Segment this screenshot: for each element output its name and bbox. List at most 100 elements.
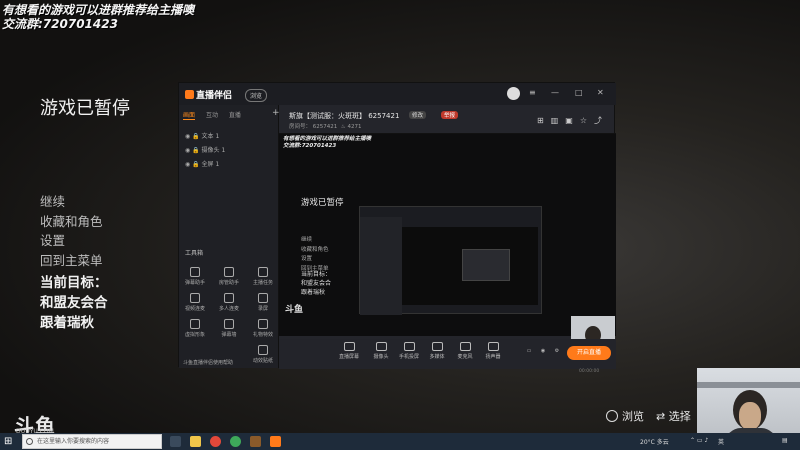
windows-start-icon[interactable]: ⊞ [4, 436, 15, 447]
browse-icon [606, 410, 618, 422]
tool-record[interactable]: 录屏 [251, 293, 275, 312]
chrome-icon[interactable] [210, 436, 221, 447]
avatar[interactable] [507, 87, 520, 100]
help-link[interactable]: 斗鱼直播伴侣使用帮助 [183, 359, 233, 366]
menu-item-continue[interactable]: 继续 [40, 191, 103, 211]
phone-icon [403, 342, 415, 351]
tab-scene[interactable]: 画面 [183, 112, 196, 120]
menu-item-settings[interactable]: 设置 [40, 230, 103, 250]
game-app-icon[interactable] [250, 436, 261, 447]
side-tabs: 画面 互动 直播 [183, 110, 250, 120]
tool-gift-effect[interactable]: 礼物特效 [251, 319, 275, 338]
monitor-icon [343, 342, 355, 351]
phone-cast-button[interactable]: 手机投屏 [397, 342, 421, 360]
source-item[interactable]: ◉ 🔒 文本 1 [185, 131, 219, 140]
user-icon [224, 267, 234, 277]
tab-interact[interactable]: 互动 [206, 112, 218, 119]
room-title: 斯旗【测试服：火斑斑】 6257421 [289, 112, 400, 120]
bottom-toolbar: 直播屏幕 摄像头 手机投屏 多媒体 麦克风 扬声器 ▭ ◉ ⚙ 开启直播 [279, 339, 616, 369]
tool-multi-link[interactable]: 多人连麦 [217, 293, 241, 312]
tool-task[interactable]: 主播任务 [251, 267, 275, 286]
source-item[interactable]: ◉ 🔒 摄像头 1 [185, 145, 225, 154]
notification-icon[interactable]: ▤ [782, 437, 788, 444]
recursive-preview [359, 206, 542, 315]
objective-line-2: 跟着瑞秋 [40, 315, 94, 331]
taskbar: ⊞ 在这里输入你要搜索的内容 20°C 多云 ⌃ ▭ ♪ 英 ▤ [0, 433, 800, 450]
input-language[interactable]: 英 [718, 437, 724, 446]
overlay-line-2: 交流群:720701423 [2, 17, 118, 31]
preview-pause-menu: 继续 收藏和角色 设置 回到主菜单 [301, 237, 329, 272]
star-icon[interactable]: ☆ [580, 116, 594, 125]
task-icon [258, 267, 268, 277]
app-logo-icon [185, 90, 194, 99]
video-icon [190, 293, 200, 303]
tool-sticker[interactable]: 动效贴纸 [251, 345, 275, 364]
wall-icon [224, 319, 234, 329]
preview-overlay: 有想看的游戏可以进群推荐给主播噢 交流群:720701423 [283, 136, 372, 149]
chat-icon [190, 267, 200, 277]
camera-icon [375, 342, 387, 351]
file-explorer-icon[interactable] [190, 436, 201, 447]
menu-item-collection[interactable]: 收藏和角色 [40, 211, 103, 231]
mic-icon [459, 342, 471, 351]
menu-item-main-menu[interactable]: 回到主菜单 [40, 250, 103, 270]
preview-douyu-logo: 斗鱼 [285, 305, 304, 315]
weather[interactable]: 20°C 多云 [640, 437, 669, 446]
tool-avatar[interactable]: 虚拟形象 [183, 319, 207, 338]
settings-icon[interactable]: ⚙ [545, 348, 569, 354]
group-icon [224, 293, 234, 303]
tools-label: 工具箱 [185, 250, 204, 257]
pause-menu: 继续 收藏和角色 设置 回到主菜单 [40, 191, 103, 269]
tool-room-admin[interactable]: 房管助手 [217, 267, 241, 286]
select-hint[interactable]: ⇄ 选择 [656, 408, 691, 424]
camera-button[interactable]: 摄像头 [369, 342, 393, 360]
objective-panel: 当前目标： 和盟友会合 跟着瑞秋 [40, 273, 108, 333]
mic-button[interactable]: 麦克风 [453, 342, 477, 360]
screen-capture-button[interactable]: 直播屏幕 [337, 342, 361, 360]
gift-icon [258, 319, 268, 329]
close-icon[interactable]: ✕ [597, 88, 604, 97]
edit-button[interactable]: 修改 [409, 111, 427, 119]
tool-video-link[interactable]: 视频连麦 [183, 293, 207, 312]
start-live-button[interactable]: 开启直播 [567, 346, 611, 360]
stream-preview: 有想看的游戏可以进群推荐给主播噢 交流群:720701423 游戏已暂停 继续 收… [279, 133, 616, 364]
app-main-area: 斯旗【测试服：火斑斑】 6257421 修改 举报 房间号： 6257421 ♨… [279, 105, 616, 374]
app-badge[interactable]: 浏览 [245, 89, 268, 102]
task-view-icon[interactable] [170, 436, 181, 447]
streaming-app-window: 直播伴侣 浏览 ≡ — □ ✕ 画面 互动 直播 + ◉ 🔒 文本 1 ◉ 🔒 … [178, 82, 616, 374]
play-icon [431, 342, 443, 351]
room-meta: 房间号： 6257421 ♨ 4271 [289, 124, 362, 130]
streaming-app-taskbar-icon[interactable] [270, 436, 281, 447]
taskbar-search[interactable]: 在这里输入你要搜索的内容 [22, 434, 162, 449]
lock-icon[interactable]: ▣ [565, 116, 580, 125]
browser-icon[interactable] [230, 436, 241, 447]
speaker-button[interactable]: 扬声器 [481, 342, 505, 360]
minimize-icon[interactable]: — [551, 88, 559, 97]
tray-icons[interactable]: ⌃ ▭ ♪ [690, 437, 708, 444]
room-tools: ⊞▥▣☆⤴ [537, 115, 609, 126]
media-button[interactable]: 多媒体 [425, 342, 449, 360]
menu-icon[interactable]: ≡ [529, 88, 536, 97]
pause-title: 游戏已暂停 [40, 98, 130, 119]
tool-danmu-wall[interactable]: 弹幕墙 [217, 319, 241, 338]
preview-pause-title: 游戏已暂停 [301, 198, 344, 208]
chart-icon[interactable]: ▥ [551, 116, 566, 125]
record-icon [258, 293, 268, 303]
sticker-icon [258, 345, 268, 355]
source-item[interactable]: ◉ 🔒 全屏 1 [185, 159, 219, 168]
app-sidebar: 画面 互动 直播 + ◉ 🔒 文本 1 ◉ 🔒 摄像头 1 ◉ 🔒 全屏 1 工… [179, 105, 280, 368]
report-button[interactable]: 举报 [441, 111, 459, 119]
nested-sidebar [360, 217, 402, 315]
tab-live[interactable]: 直播 [229, 112, 241, 119]
share-icon[interactable]: ⤴ [594, 116, 609, 125]
maximize-icon[interactable]: □ [575, 88, 583, 97]
speaker-icon [487, 342, 499, 351]
app-logo: 直播伴侣 [185, 88, 232, 101]
search-icon [26, 438, 33, 445]
preview-objective: 当前目标： 和盟友会合 跟着瑞秋 [301, 271, 332, 296]
tool-danmu[interactable]: 弹幕助手 [183, 267, 207, 286]
gift-icon[interactable]: ⊞ [537, 116, 551, 125]
app-titlebar: 直播伴侣 浏览 ≡ — □ ✕ [179, 83, 616, 105]
browse-hint[interactable]: 浏览 [606, 408, 644, 424]
objective-line-1: 和盟友会合 [40, 295, 108, 311]
